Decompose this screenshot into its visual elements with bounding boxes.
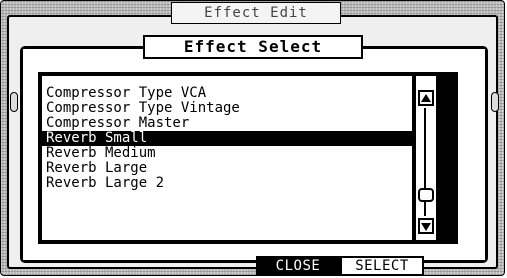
effect-list-items: Compressor Type VCA Compressor Type Vinta…: [42, 86, 412, 191]
scroll-down-button[interactable]: [418, 218, 434, 234]
effect-list-item[interactable]: Reverb Large: [42, 161, 412, 176]
list-scrollbar[interactable]: [416, 76, 436, 240]
arrow-up-icon: [421, 94, 431, 102]
effect-list-item[interactable]: Compressor Type VCA: [42, 86, 412, 101]
effect-list-item-selected[interactable]: Reverb Small: [42, 131, 412, 146]
close-button[interactable]: CLOSE: [256, 256, 340, 276]
scroll-thumb[interactable]: [418, 188, 434, 202]
background-window-title: Effect Edit: [171, 2, 341, 24]
effect-list-item[interactable]: Reverb Medium: [42, 146, 412, 161]
effect-list-frame: Compressor Type VCA Compressor Type Vinta…: [38, 72, 458, 244]
dialog-title: Effect Select: [143, 35, 363, 59]
select-button[interactable]: SELECT: [340, 256, 424, 276]
effect-list-item[interactable]: Compressor Type Vintage: [42, 101, 412, 116]
scroll-up-button[interactable]: [418, 90, 434, 106]
arrow-down-icon: [421, 223, 431, 231]
right-edge-marker: [491, 92, 499, 112]
effect-list[interactable]: Compressor Type VCA Compressor Type Vinta…: [42, 76, 412, 240]
left-edge-marker: [10, 92, 18, 112]
effect-list-item[interactable]: Compressor Master: [42, 116, 412, 131]
effect-list-item[interactable]: Reverb Large 2: [42, 176, 412, 191]
